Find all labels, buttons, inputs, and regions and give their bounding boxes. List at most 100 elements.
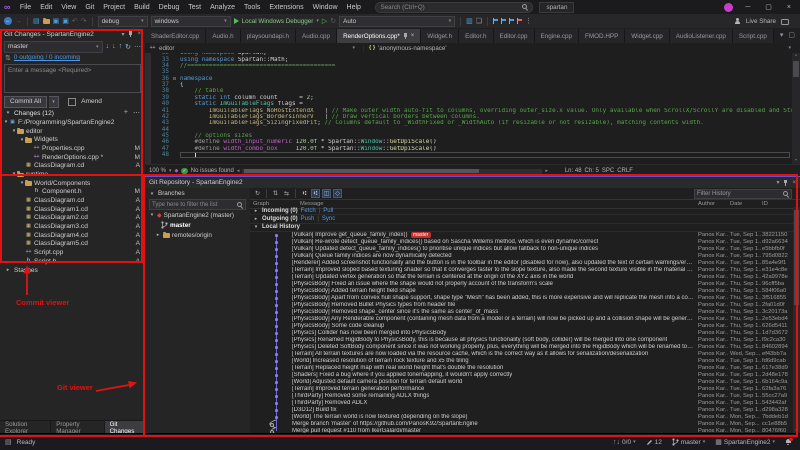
current-repo[interactable]: ▦ SpartanEngine2 ▾ [715, 438, 775, 447]
repo-node[interactable]: ▾ ◆ SpartanEngine2 (master) [145, 210, 250, 220]
outgoing-incoming-link[interactable]: 0 outgoing / 0 incoming [14, 54, 80, 61]
tab-renderoptions-cpp-[interactable]: RenderOptions.cpp* × [337, 29, 422, 43]
configuration-dropdown[interactable]: debug ▾ [97, 15, 148, 27]
save-icon[interactable]: ▣ [53, 17, 60, 25]
changes-tree-row[interactable]: h Component.h M [0, 188, 145, 197]
account-avatar[interactable] [724, 2, 734, 12]
new-project-icon[interactable]: ▤ [33, 17, 40, 25]
commit-row[interactable]: [Terrain] Replaced height map with real … [250, 365, 793, 372]
changes-tree-row[interactable]: ++ Properties.cpp M [0, 144, 145, 153]
menu-view[interactable]: View [57, 4, 81, 11]
sync-icon[interactable]: ↻ [125, 43, 131, 51]
start-without-debugging-icon[interactable]: ▷ [322, 17, 327, 25]
bookmark-icon-2[interactable] [501, 18, 506, 24]
bookmark-icon-3[interactable] [509, 18, 514, 24]
debugger-dropdown-icon[interactable]: ▾ [316, 18, 319, 24]
commit-row[interactable]: [Renderer] Added screenshot functionalit… [250, 260, 793, 267]
branch-filter-input[interactable]: Type here to filter the list [149, 199, 246, 210]
member-dropdown[interactable]: { } 'anonymous-namespace' ▾ [364, 45, 800, 52]
changes-tree-row[interactable]: ▾ ▣ F:/Programming/SpartanEngine2 [0, 118, 145, 127]
navigate-forward-icon[interactable]: → [15, 18, 22, 25]
live-share-button[interactable]: Live Share [746, 18, 776, 25]
toolbar-overflow-icon[interactable]: ⋮ [525, 17, 532, 25]
pin-icon[interactable] [403, 33, 408, 39]
menu-extensions[interactable]: Extensions [265, 4, 308, 11]
outgoing-row[interactable]: ▸ Outgoing (0) Push | Sync [250, 215, 793, 224]
changes-expander-icon[interactable]: ▾ [5, 110, 11, 116]
menu-window[interactable]: Window [308, 4, 342, 11]
commit-row[interactable]: [Vulkan] Updated detect_queue_family_ind… [250, 246, 793, 253]
amend-checkbox[interactable] [68, 97, 77, 106]
tab-widget-h[interactable]: Widget.h [421, 29, 460, 43]
changes-tree-row[interactable]: ▦ ClassDiagram.cd A [0, 161, 145, 170]
commit-row[interactable]: [Physics] Renamed RigidBody to PhysicsBo… [250, 337, 793, 344]
tab-editor-h[interactable]: Editor.h [459, 29, 494, 43]
undo-icon[interactable]: ↶ [72, 17, 78, 25]
current-branch[interactable]: master ▾ [672, 438, 705, 446]
commit-row[interactable]: [World] Adjusted default camera position… [250, 379, 793, 386]
debugger-label[interactable]: Local Windows Debugger [242, 18, 314, 25]
save-all-icon[interactable]: ▣ [62, 17, 69, 25]
commit-row[interactable]: Merge branch 'master' of https://github.… [250, 421, 793, 428]
fetch-icon[interactable]: ↓ [106, 43, 110, 50]
changes-tree-row[interactable]: ▦ ClassDiagram1.cd A [0, 205, 145, 214]
fetch-link[interactable]: Fetch [301, 208, 316, 214]
horizontal-scrollbar[interactable] [242, 168, 543, 174]
tab-audio-cpp[interactable]: Audio.cpp [296, 29, 338, 43]
changes-tree-row[interactable]: ++ RenderOptions.cpp * M [0, 153, 145, 162]
show-tags-icon[interactable]: ◇ [333, 189, 342, 198]
commit-row[interactable]: [D3D12] Build fix Panos Kar... Tue, Sep 1.… [250, 407, 793, 414]
search-input[interactable]: Search (Ctrl+Q) [375, 1, 534, 13]
commit-row[interactable]: [PhysicsBody] Any Renderable component (… [250, 316, 793, 323]
commit-row[interactable]: [ThirdParty] Removed some remaining ADLX… [250, 393, 793, 400]
menu-file[interactable]: File [15, 4, 35, 11]
panel-menu-icon[interactable]: ▾ [776, 179, 779, 186]
commit-row[interactable]: [Physics] Deleted SoftBody component sin… [250, 344, 793, 351]
pending-changes[interactable]: 12 [646, 439, 662, 446]
menu-project[interactable]: Project [99, 4, 130, 11]
tab-engine-cpp[interactable]: Engine.cpp [534, 29, 580, 43]
changes-tree-row[interactable]: ▦ ClassDiagram5.cd A [0, 240, 145, 249]
show-authors-icon[interactable]: ◫ [322, 189, 331, 198]
redo-icon[interactable]: ↷ [81, 17, 87, 25]
remotes-node[interactable]: ▸ remotes/origin [145, 230, 250, 240]
sync-status[interactable]: ↑↓ 0/0 ▾ [613, 439, 636, 446]
issues-label[interactable]: No issues found [191, 168, 234, 174]
commit-row[interactable]: [Vulkan] Queue family indices are now dy… [250, 253, 793, 260]
commit-row[interactable]: [PhysicsBody] Added terrain height field… [250, 288, 793, 295]
hscroll-right-icon[interactable]: ▸ [545, 168, 548, 174]
auto-dropdown[interactable]: Auto ▾ [339, 15, 456, 27]
minimize-button[interactable]: ─ [742, 4, 753, 11]
editor-vertical-scrollbar[interactable]: ▴ ▾ [792, 53, 800, 164]
commit-row[interactable]: [Terrain] Improved sloped based texturin… [250, 267, 793, 274]
commit-row[interactable]: [Vulkan] Re-wrote detect_queue_family_in… [250, 239, 793, 246]
graph-toggle-icon[interactable]: ⑆ [300, 189, 309, 198]
code-editor[interactable]: 32using namespace Spartan;33using namesp… [145, 53, 800, 164]
stashes-node[interactable]: ▸ Stashes [0, 266, 145, 275]
menu-git[interactable]: Git [81, 4, 99, 11]
panel-menu-icon[interactable]: ▾ [121, 31, 124, 38]
show-branches-icon[interactable]: ⑆ [311, 189, 320, 198]
compare-icon[interactable]: ⇅ [271, 189, 280, 198]
tab-script-cpp[interactable]: Script.cpp [732, 29, 774, 43]
commit-row[interactable]: [PhysicsBody] Some code cleanup Panos Kar… [250, 323, 793, 330]
pull-link[interactable]: Pull [323, 208, 333, 214]
commit-row[interactable]: [Physics] Collider has now been merged i… [250, 330, 793, 337]
changes-tree-row[interactable]: ▾ Widgets [0, 135, 145, 144]
stage-all-icon[interactable]: + [124, 109, 128, 117]
more-actions-icon[interactable]: ⋯ [134, 43, 141, 51]
hscroll-left-icon[interactable]: ◂ [237, 168, 240, 174]
tab-shadereditor-cpp[interactable]: ShaderEditor.cpp [145, 29, 207, 43]
changes-tree-row[interactable]: ++ Script.cpp A [0, 248, 145, 257]
window-layout-icon[interactable]: ❏ [476, 17, 482, 25]
close-icon[interactable]: × [792, 180, 796, 186]
close-icon[interactable]: × [137, 31, 141, 37]
zoom-dropdown-icon[interactable]: ▾ [169, 168, 172, 174]
pin-icon[interactable] [783, 179, 788, 186]
changes-tree-row[interactable]: ▾ World/Components [0, 179, 145, 188]
diff-icon[interactable]: ⇆ [282, 189, 291, 198]
changes-tree-row[interactable]: ▾ editor [0, 127, 145, 136]
pin-icon[interactable] [128, 31, 133, 37]
changes-tree-row[interactable]: ▦ ClassDiagram.cd A [0, 196, 145, 205]
menu-edit[interactable]: Edit [36, 4, 57, 11]
